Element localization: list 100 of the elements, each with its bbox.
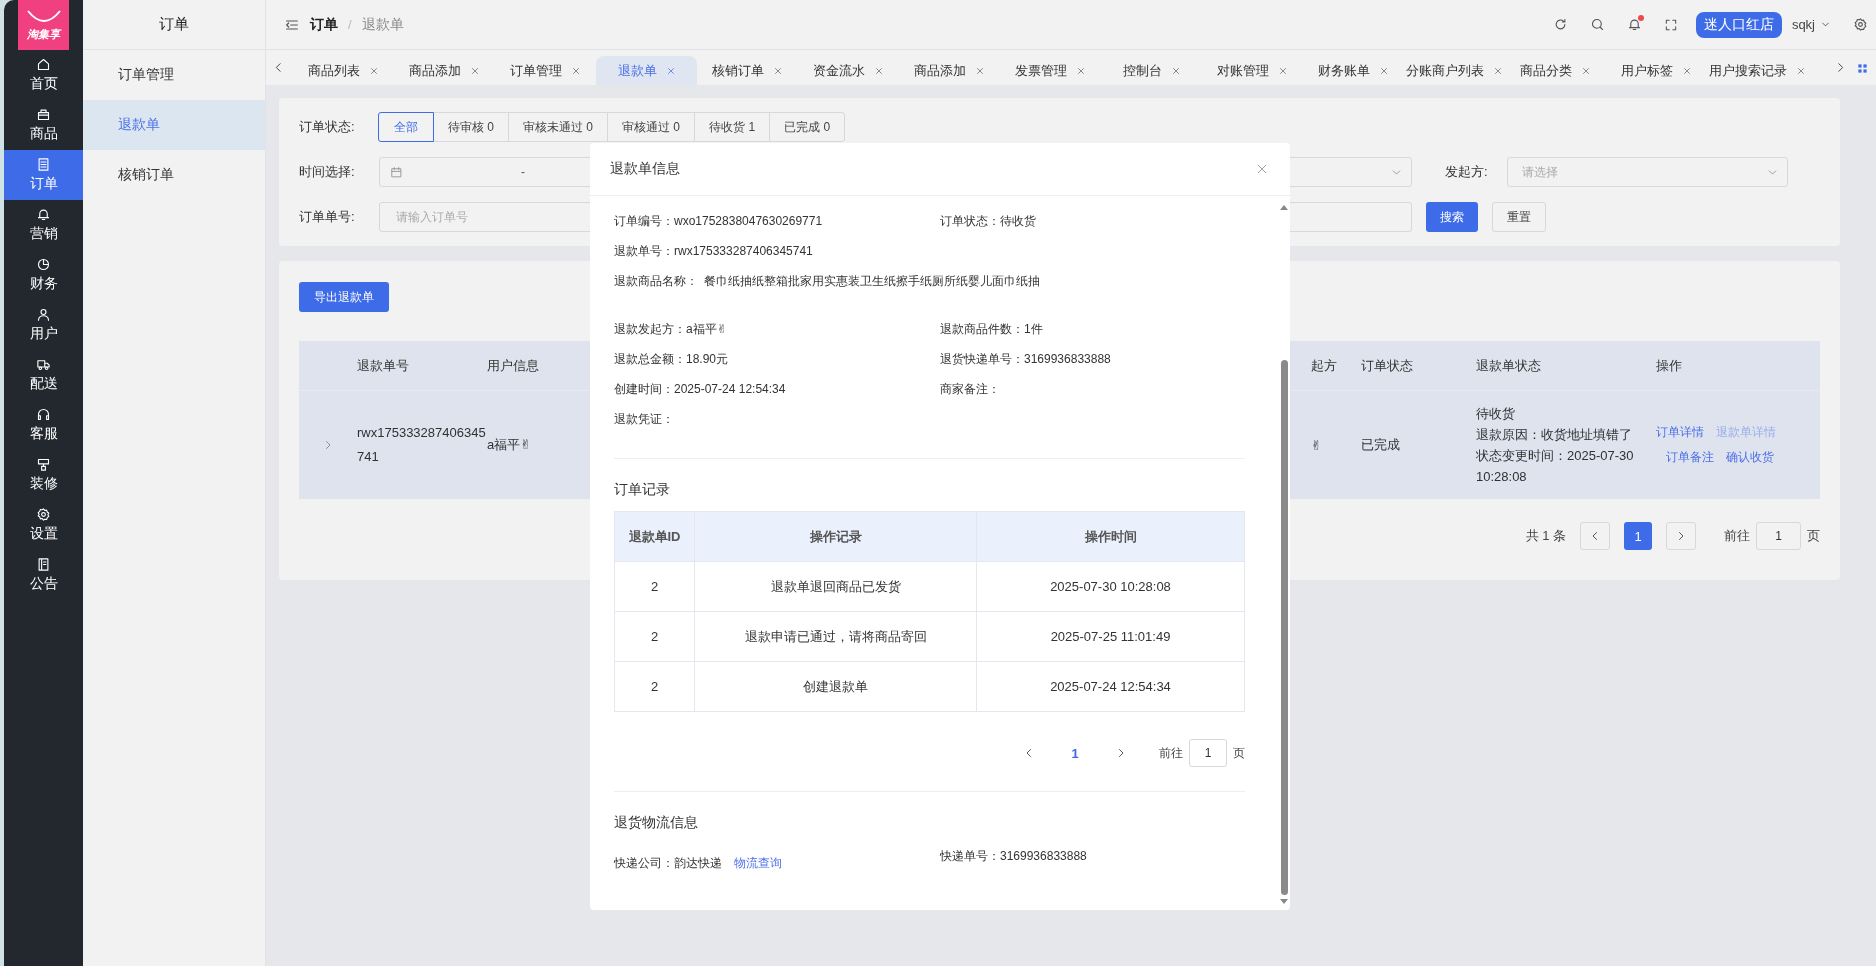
- submenu-item[interactable]: 订单管理: [83, 50, 265, 100]
- tab[interactable]: 分账商户列表: [1404, 56, 1505, 85]
- breadcrumb-item[interactable]: 订单: [310, 15, 338, 34]
- tab[interactable]: 商品分类: [1505, 56, 1606, 85]
- field-label: 退货快递单号：: [940, 351, 1024, 366]
- close-icon[interactable]: [571, 65, 581, 76]
- tab[interactable]: 用户搜索记录: [1707, 56, 1808, 85]
- page-button[interactable]: 1: [1624, 522, 1652, 550]
- field-value: 韵达快递: [674, 855, 722, 872]
- close-icon[interactable]: [773, 65, 783, 76]
- action-link[interactable]: 确认收货: [1726, 449, 1774, 466]
- submenu-item[interactable]: 退款单: [83, 100, 265, 150]
- column-header: 操作: [1656, 356, 1683, 375]
- pie-chart-icon: [36, 257, 51, 272]
- nav-item[interactable]: 首页: [4, 50, 83, 100]
- shop-button[interactable]: 迷人口红店: [1695, 11, 1782, 38]
- notification-bell-icon[interactable]: [1626, 17, 1642, 32]
- field-label: 订单状态:: [299, 118, 356, 136]
- table-cell: 2: [615, 562, 695, 611]
- section-title: 退货物流信息: [614, 814, 699, 832]
- tab[interactable]: 核销订单: [697, 56, 798, 85]
- status-filter-button[interactable]: 待收货 1: [694, 112, 771, 142]
- nav-item[interactable]: 装修: [4, 450, 83, 500]
- tab[interactable]: 发票管理: [1000, 56, 1101, 85]
- tab[interactable]: 资金流水: [798, 56, 899, 85]
- action-link[interactable]: 订单详情: [1656, 424, 1704, 441]
- tab[interactable]: 订单管理: [495, 56, 596, 85]
- table-cell: 退款单退回商品已发货: [695, 562, 977, 611]
- action-link[interactable]: 订单备注: [1666, 449, 1714, 466]
- nav-item[interactable]: 订单: [4, 150, 83, 200]
- submenu-item[interactable]: 核销订单: [83, 150, 265, 200]
- fullscreen-icon[interactable]: [1663, 17, 1678, 32]
- shopping-bag-icon: [36, 107, 51, 122]
- tracking-link[interactable]: 物流查询: [734, 855, 782, 872]
- close-icon[interactable]: [1796, 65, 1806, 76]
- tab[interactable]: 用户标签: [1606, 56, 1707, 85]
- grid-icon[interactable]: [1857, 63, 1868, 74]
- nav-item[interactable]: 配送: [4, 350, 83, 400]
- nav-item[interactable]: 商品: [4, 100, 83, 150]
- page-input[interactable]: 1: [1756, 522, 1801, 550]
- close-icon[interactable]: [369, 65, 379, 76]
- close-icon[interactable]: [975, 65, 985, 76]
- nav-item[interactable]: 用户: [4, 300, 83, 350]
- field-label: 发起方:: [1445, 163, 1488, 181]
- page-input[interactable]: 1: [1189, 739, 1227, 767]
- field-label: 订单单号:: [299, 208, 356, 226]
- settings-icon[interactable]: [1853, 17, 1868, 32]
- nav-item[interactable]: 设置: [4, 500, 83, 550]
- status-filter-button[interactable]: 全部: [378, 112, 434, 142]
- close-icon[interactable]: [1379, 65, 1389, 76]
- column-header: 操作时间: [1083, 527, 1138, 546]
- reset-button[interactable]: 重置: [1492, 202, 1546, 232]
- tab[interactable]: 控制台: [1101, 56, 1202, 85]
- close-icon[interactable]: [1278, 65, 1288, 76]
- close-icon[interactable]: [1076, 65, 1086, 76]
- status-filter-button[interactable]: 审核未通过 0: [508, 112, 609, 142]
- tab[interactable]: 退款单: [596, 56, 697, 85]
- close-icon[interactable]: [1170, 65, 1181, 76]
- page-button[interactable]: 1: [1061, 739, 1089, 767]
- tab[interactable]: 财务账单: [1303, 56, 1404, 85]
- search-icon[interactable]: [1589, 17, 1605, 32]
- submenu-title: 订单: [83, 0, 265, 50]
- close-icon[interactable]: [1581, 65, 1591, 76]
- tab[interactable]: 商品添加: [394, 56, 495, 85]
- field-value: 18.90元: [686, 351, 729, 366]
- settings-icon: [36, 507, 51, 522]
- search-button[interactable]: 搜索: [1426, 202, 1478, 232]
- close-icon[interactable]: [470, 65, 480, 76]
- close-icon[interactable]: [874, 65, 884, 76]
- field-value: rwx175333287406345741: [674, 243, 813, 258]
- close-icon[interactable]: [665, 65, 676, 76]
- table-cell-text: 2025-07-30 10:28:08: [1049, 578, 1172, 596]
- nav-item[interactable]: 营销: [4, 200, 83, 250]
- nav-item[interactable]: 客服: [4, 400, 83, 450]
- section-title: 订单记录: [614, 481, 671, 499]
- page-suffix: 页: [1233, 744, 1245, 762]
- export-button[interactable]: 导出退款单: [299, 282, 389, 312]
- tab[interactable]: 对账管理: [1202, 56, 1303, 85]
- calendar-icon: [390, 165, 403, 179]
- scrollbar[interactable]: [1280, 205, 1288, 904]
- nav-item[interactable]: 公告: [4, 550, 83, 600]
- column-header: 起方: [1310, 356, 1338, 375]
- field-value: 待收货: [1000, 213, 1036, 228]
- nav-item[interactable]: 财务: [4, 250, 83, 300]
- status-text: 待收货: [1476, 405, 1516, 423]
- status-filter-button[interactable]: 已完成 0: [769, 112, 846, 142]
- total-count: 共 1 条: [1525, 527, 1566, 545]
- user-menu[interactable]: sqkj: [1791, 17, 1831, 32]
- table-cell-text: a福平✌: [487, 436, 533, 454]
- status-filter-button[interactable]: 待审核 0: [433, 112, 509, 142]
- logo-text: 淘集享: [27, 26, 60, 42]
- field-label: 快递公司：: [614, 855, 674, 872]
- status-filter-button[interactable]: 审核通过 0: [607, 112, 696, 142]
- dialog-title: 退款单信息: [610, 160, 680, 178]
- tab[interactable]: 商品添加: [899, 56, 1000, 85]
- tab[interactable]: 商品列表: [293, 56, 394, 85]
- field-label: 创建时间：: [614, 381, 674, 396]
- close-icon[interactable]: [1682, 65, 1692, 76]
- close-icon[interactable]: [1493, 65, 1503, 76]
- table-cell: 退款申请已通过，请将商品寄回: [695, 612, 977, 661]
